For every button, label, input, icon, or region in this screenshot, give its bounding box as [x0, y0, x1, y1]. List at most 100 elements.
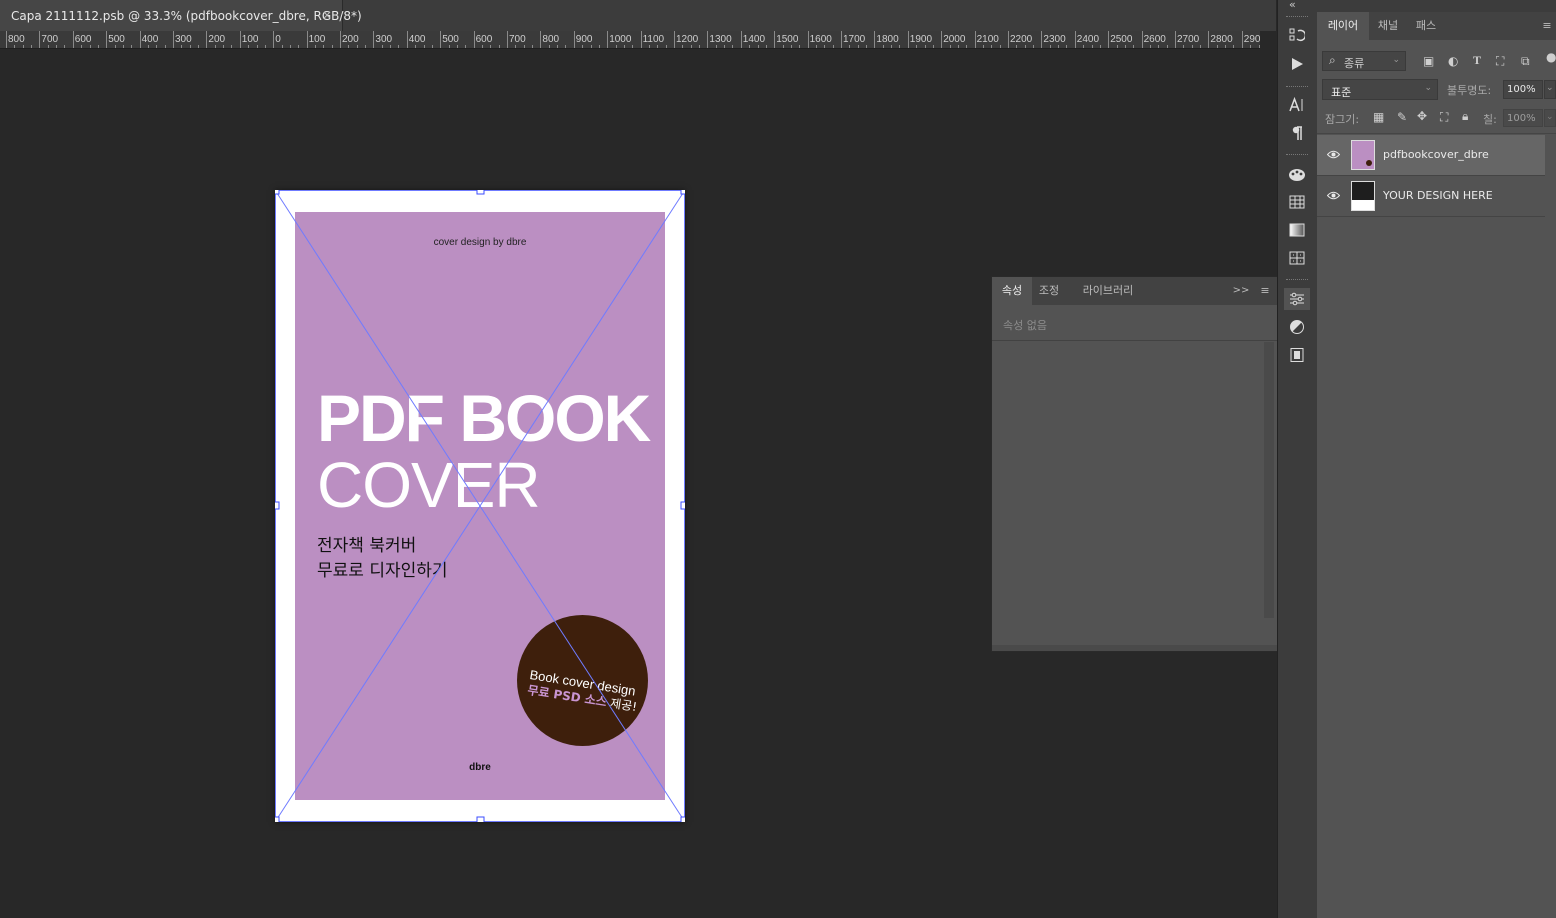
layer-name[interactable]: pdfbookcover_dbre — [1383, 148, 1489, 161]
ruler-minor-tick — [465, 45, 467, 48]
play-action-icon[interactable] — [1284, 53, 1310, 75]
paragraph-icon[interactable] — [1284, 122, 1310, 144]
adjustment-filter-icon[interactable]: ◐ — [1448, 54, 1458, 68]
layer-row[interactable]: pdfbookcover_dbre — [1317, 135, 1545, 176]
scrollbar[interactable] — [1264, 342, 1274, 618]
cover-badge: Book cover design 무료 PSD 소스 제공! — [517, 615, 648, 746]
ruler-major-tick — [306, 31, 308, 48]
table-grid-icon[interactable] — [1284, 191, 1310, 213]
ruler-major-tick — [774, 31, 776, 48]
collapse-panels-icon[interactable]: « — [1289, 0, 1296, 11]
lock-image-icon[interactable]: ✎ — [1397, 110, 1407, 124]
ruler-major-tick — [507, 31, 508, 48]
ruler-label: 400 — [408, 34, 426, 45]
strip-grip — [1286, 16, 1308, 20]
ruler-label: 800 — [542, 34, 560, 45]
fill-field[interactable]: 100% — [1503, 109, 1543, 127]
tab-libraries[interactable]: 라이브러리 — [1066, 277, 1150, 305]
filter-toggle-icon[interactable]: ● — [1546, 50, 1556, 64]
layers-tabs: 레이어 채널 패스 ≡ — [1317, 12, 1556, 40]
ruler-minor-tick — [490, 45, 492, 48]
ruler-minor-tick — [47, 45, 49, 48]
ruler-minor-tick — [1116, 45, 1118, 48]
ruler-minor-tick — [1091, 45, 1093, 48]
ruler-label: 200 — [342, 34, 359, 45]
book-cover: cover design by dbre PDF BOOK COVER 전자책 … — [295, 212, 665, 800]
panel-menu-icon[interactable]: ≡ — [1256, 277, 1274, 305]
type-filter-icon[interactable]: T — [1473, 53, 1481, 68]
cover-brand: dbre — [469, 762, 491, 773]
blend-mode-select[interactable]: 표준 ⌄ — [1322, 79, 1438, 100]
adjustments-icon[interactable] — [1284, 316, 1310, 338]
close-tab-icon[interactable]: × — [322, 8, 332, 22]
ruler-major-tick — [340, 31, 341, 48]
ruler-label: 2700 — [1177, 34, 1200, 45]
lock-artboard-icon[interactable]: ⛶ — [1440, 110, 1448, 125]
ruler-major-tick — [6, 31, 7, 48]
opacity-dropdown[interactable]: ⌄ — [1544, 80, 1556, 99]
ruler-minor-tick — [1024, 45, 1026, 48]
ruler-minor-tick — [715, 45, 717, 48]
ruler-minor-tick — [223, 45, 225, 48]
tab-layers[interactable]: 레이어 — [1317, 12, 1369, 40]
ruler-minor-tick — [1191, 45, 1193, 48]
character-icon[interactable] — [1284, 94, 1310, 116]
ruler-minor-tick — [231, 45, 233, 48]
swatches-icon[interactable] — [1284, 163, 1310, 185]
artboard[interactable]: cover design by dbre PDF BOOK COVER 전자책 … — [275, 190, 685, 822]
ruler-minor-tick — [891, 45, 893, 48]
document-tab[interactable]: Capa 2111112.psb @ 33.3% (pdfbookcover_d… — [0, 0, 362, 31]
pattern-icon[interactable] — [1284, 247, 1310, 269]
ruler-minor-tick — [431, 45, 433, 48]
blend-mode-value: 표준 — [1331, 86, 1352, 99]
tab-properties[interactable]: 속성 — [992, 277, 1032, 305]
ruler-label: 1200 — [676, 34, 699, 45]
ruler-major-tick — [640, 31, 642, 48]
ruler-major-tick — [874, 31, 876, 48]
eye-icon[interactable] — [1326, 148, 1341, 162]
filter-kind-select[interactable]: ⌕ 종류 ⌄ — [1322, 51, 1406, 71]
ruler-major-tick — [941, 31, 943, 48]
tab-paths[interactable]: 패스 — [1407, 12, 1445, 40]
layer-name[interactable]: YOUR DESIGN HERE — [1383, 189, 1493, 202]
history-icon[interactable] — [1284, 24, 1310, 46]
tab-adjustments[interactable]: 조정 — [1032, 277, 1066, 305]
horizontal-ruler[interactable]: 800 700 600 500 400 300 200 100 0 100 200 300 400 500… — [0, 31, 1260, 49]
lock-transparent-icon[interactable]: ▦ — [1373, 110, 1384, 124]
ruler-minor-tick — [164, 45, 166, 48]
ruler-major-tick — [273, 31, 275, 48]
ruler-label: 1900 — [909, 34, 933, 45]
properties-sliders-icon[interactable] — [1284, 288, 1310, 310]
smart-object-filter-icon[interactable]: ⧉ — [1521, 54, 1530, 69]
ruler-label: 100 — [308, 34, 326, 45]
ruler-label: 2300 — [1043, 34, 1066, 45]
shape-filter-icon[interactable]: ⛶ — [1496, 54, 1504, 69]
layer-thumbnail — [1351, 140, 1375, 170]
libraries-icon[interactable] — [1284, 344, 1310, 366]
pixel-filter-icon[interactable]: ▣ — [1423, 54, 1434, 68]
ruler-minor-tick — [89, 45, 91, 48]
layer-row[interactable]: YOUR DESIGN HERE — [1317, 176, 1545, 217]
chevron-down-icon: ⌄ — [1392, 55, 1400, 65]
ruler-label: 600 — [74, 34, 92, 45]
eye-icon[interactable] — [1326, 189, 1341, 203]
strip-grip — [1286, 154, 1308, 158]
ruler-minor-tick — [532, 45, 534, 48]
ruler-minor-tick — [732, 45, 734, 48]
panel-menu-icon[interactable]: ≡ — [1539, 12, 1555, 40]
opacity-field[interactable]: 100% — [1503, 80, 1543, 99]
ruler-minor-tick — [815, 45, 817, 48]
collapse-icon[interactable]: >> — [1232, 277, 1250, 305]
resize-grip[interactable] — [992, 645, 1277, 651]
ruler-label: 290 — [1243, 34, 1260, 45]
ruler-label: 500 — [442, 34, 459, 45]
ruler-minor-tick — [757, 45, 759, 48]
lock-all-icon[interactable]: 🔒︎ — [1462, 109, 1468, 124]
ruler-label: 1800 — [876, 34, 899, 45]
lock-position-icon[interactable]: ✥ — [1417, 109, 1427, 123]
ruler-minor-tick — [1216, 45, 1218, 48]
fill-dropdown[interactable]: ⌄ — [1544, 109, 1556, 127]
gradient-icon[interactable] — [1284, 219, 1310, 241]
ruler-minor-tick — [982, 45, 984, 48]
tab-channels[interactable]: 채널 — [1369, 12, 1407, 40]
